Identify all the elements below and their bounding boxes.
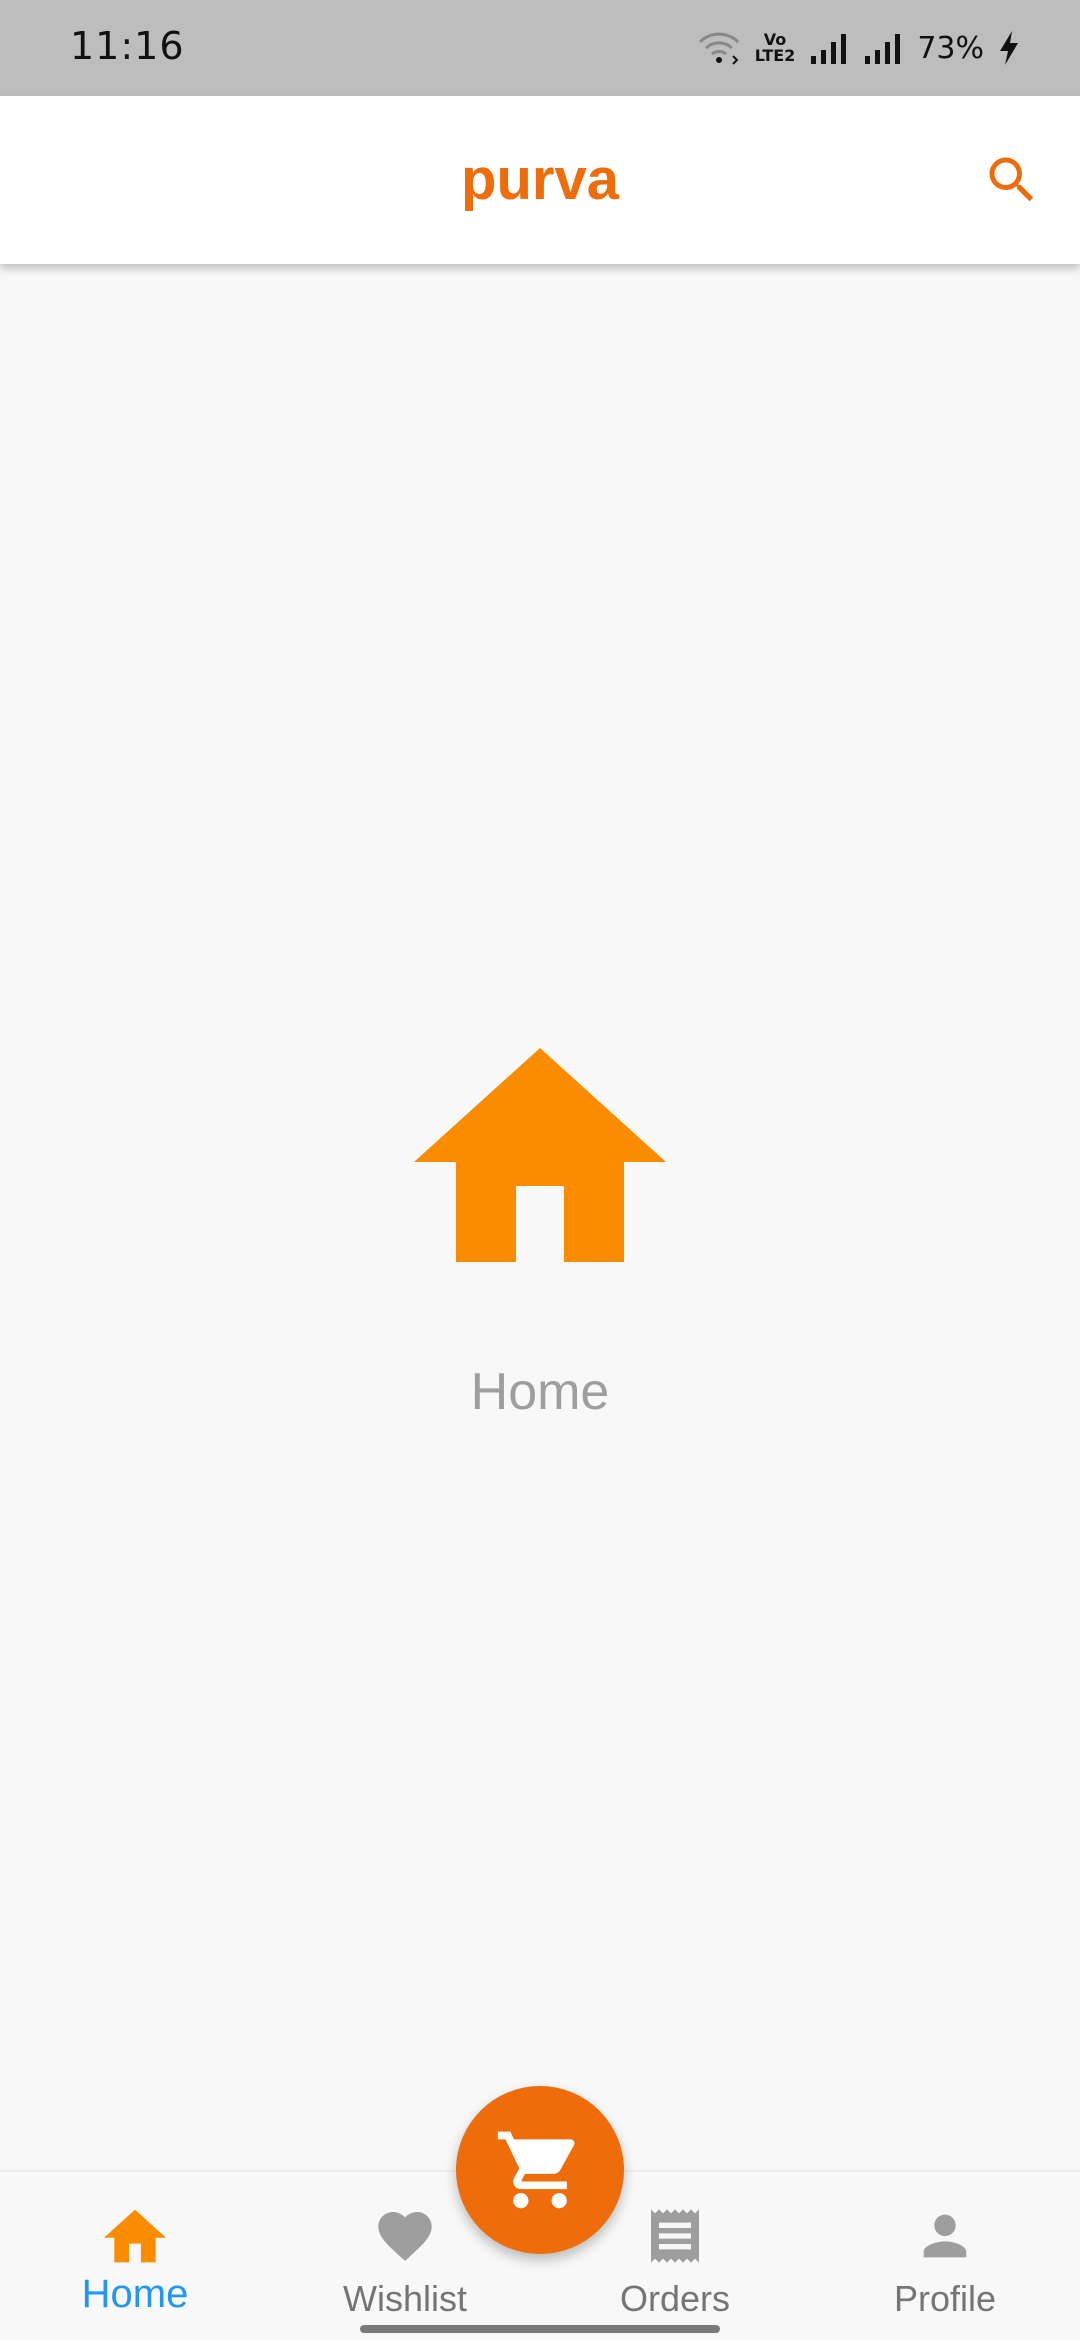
nav-item-profile[interactable]: Profile xyxy=(810,2172,1080,2340)
main-content: Home xyxy=(0,264,1080,2170)
nav-label-orders: Orders xyxy=(619,2278,731,2319)
signal-icon-sim2 xyxy=(865,34,901,64)
search-button[interactable] xyxy=(974,142,1050,218)
signal-icon-sim1 xyxy=(811,34,847,64)
search-icon xyxy=(989,157,1034,202)
volte-indicator: Vo LTE2 xyxy=(755,32,796,64)
nav-label-profile: Profile xyxy=(893,2278,997,2319)
heart-icon xyxy=(378,2212,432,2261)
app-bar: purva xyxy=(0,96,1080,264)
home-icon xyxy=(414,1048,666,1262)
status-bar: 11:16 Vo LTE2 73% xyxy=(0,0,1080,96)
receipt-icon xyxy=(651,2209,699,2263)
battery-percent: 73% xyxy=(917,30,984,66)
gesture-handle[interactable] xyxy=(360,2325,720,2333)
nav-label-wishlist: Wishlist xyxy=(343,2278,467,2319)
wifi-icon xyxy=(698,32,739,65)
app-screen: 11:16 Vo LTE2 73% purva Home Home Wishli… xyxy=(0,0,1080,2340)
nav-label-home: Home xyxy=(81,2272,189,2316)
person-icon xyxy=(923,2214,967,2258)
cart-icon xyxy=(497,2131,575,2209)
volte-line2: LTE2 xyxy=(754,46,796,65)
charging-icon xyxy=(1000,31,1018,65)
nav-item-home[interactable]: Home xyxy=(0,2172,270,2340)
home-label: Home xyxy=(470,1363,610,1421)
status-icons: Vo LTE2 73% xyxy=(697,26,1020,70)
cart-fab-button[interactable] xyxy=(456,2086,624,2254)
home-icon xyxy=(104,2209,166,2263)
status-time: 11:16 xyxy=(70,24,185,68)
app-title: purva xyxy=(461,147,619,212)
